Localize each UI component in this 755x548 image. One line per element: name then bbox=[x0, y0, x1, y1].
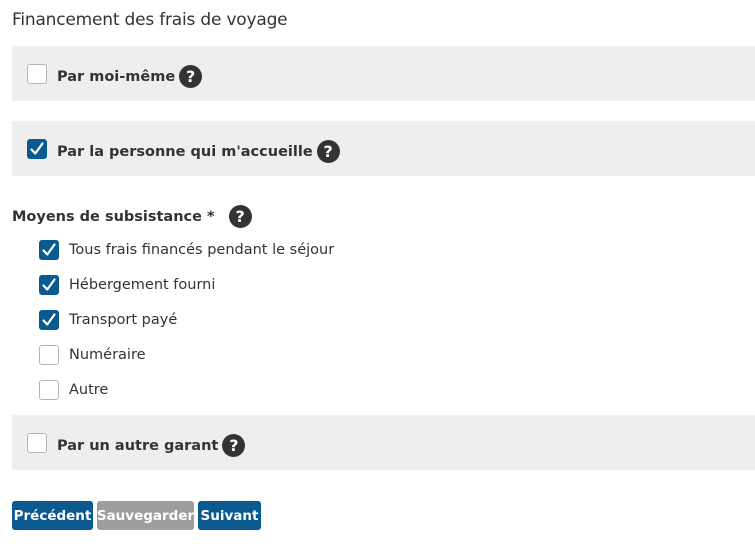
subsistence-option-transport[interactable]: Transport payé bbox=[39, 309, 177, 331]
next-button[interactable]: Suivant bbox=[198, 501, 261, 530]
self-funding-checkbox[interactable] bbox=[27, 64, 47, 84]
accommodation-label: Hébergement fourni bbox=[69, 277, 216, 293]
cash-label: Numéraire bbox=[69, 347, 146, 363]
panel-self-funding: Par moi-même ? bbox=[12, 46, 755, 101]
panel-guarantor-funding: Par un autre garant ? bbox=[12, 415, 755, 470]
other-label: Autre bbox=[69, 382, 109, 398]
guarantor-funding-label-group: Par un autre garant ? bbox=[57, 434, 246, 457]
checkmark-icon bbox=[30, 142, 44, 155]
subsistence-group-label-row: Moyens de subsistance * ? bbox=[12, 205, 252, 228]
subsistence-option-all-costs[interactable]: Tous frais financés pendant le séjour bbox=[39, 239, 334, 261]
save-button[interactable]: Sauvegarder bbox=[97, 501, 194, 530]
host-funding-label-group: Par la personne qui m'accueille ? bbox=[57, 140, 340, 163]
panel-host-funding: Par la personne qui m'accueille ? bbox=[12, 121, 755, 176]
help-icon[interactable]: ? bbox=[228, 205, 252, 228]
host-funding-label: Par la personne qui m'accueille bbox=[57, 143, 313, 160]
cash-checkbox[interactable] bbox=[39, 345, 59, 365]
subsistence-option-other[interactable]: Autre bbox=[39, 379, 108, 401]
subsistence-option-cash[interactable]: Numéraire bbox=[39, 344, 146, 366]
all-costs-label: Tous frais financés pendant le séjour bbox=[69, 242, 335, 258]
subsistence-label: Moyens de subsistance * bbox=[12, 208, 215, 225]
page-title: Financement des frais de voyage bbox=[12, 10, 288, 30]
self-funding-label-group: Par moi-même ? bbox=[57, 65, 203, 88]
transport-label: Transport payé bbox=[69, 312, 178, 328]
guarantor-funding-checkbox[interactable] bbox=[27, 433, 47, 453]
self-funding-label: Par moi-même bbox=[57, 68, 176, 85]
all-costs-checkbox[interactable] bbox=[39, 240, 59, 260]
transport-checkbox[interactable] bbox=[39, 310, 59, 330]
checkmark-icon bbox=[42, 243, 56, 256]
other-checkbox[interactable] bbox=[39, 380, 59, 400]
previous-button[interactable]: Précédent bbox=[12, 501, 93, 530]
checkmark-icon bbox=[42, 278, 56, 291]
checkmark-icon bbox=[42, 313, 56, 326]
host-funding-checkbox[interactable] bbox=[27, 139, 47, 159]
accommodation-checkbox[interactable] bbox=[39, 275, 59, 295]
guarantor-funding-label: Par un autre garant bbox=[57, 437, 219, 454]
help-icon[interactable]: ? bbox=[316, 140, 340, 163]
subsistence-option-accommodation[interactable]: Hébergement fourni bbox=[39, 274, 215, 296]
help-icon[interactable]: ? bbox=[222, 434, 246, 457]
help-icon[interactable]: ? bbox=[179, 65, 203, 88]
